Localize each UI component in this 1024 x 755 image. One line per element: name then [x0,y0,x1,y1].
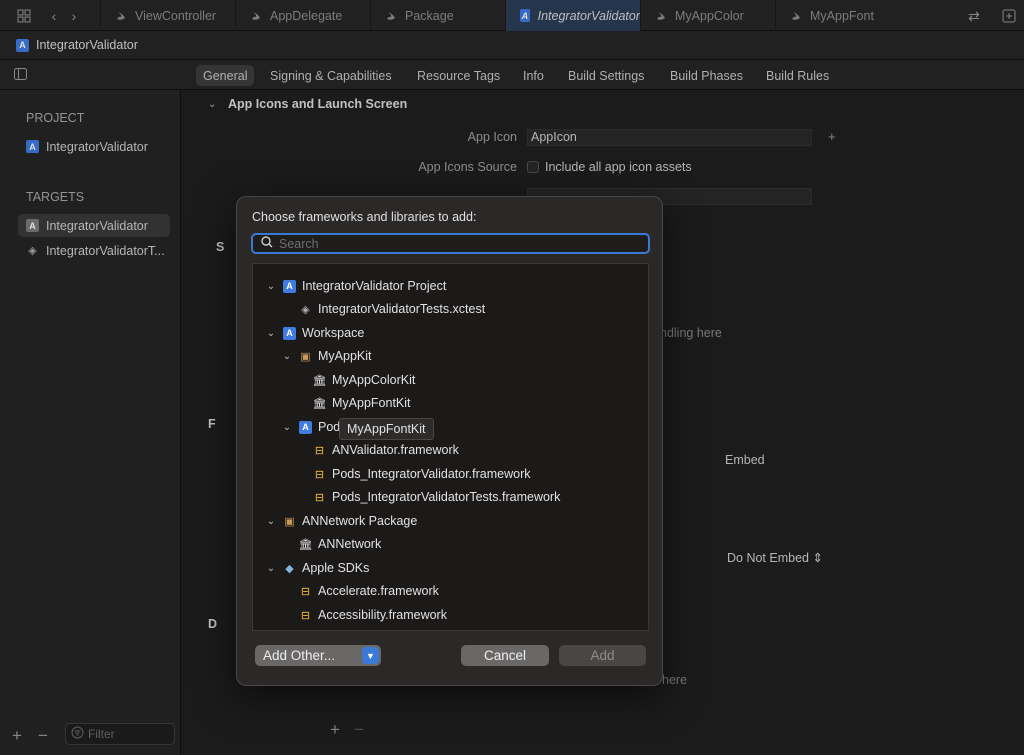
tree-item[interactable]: ⌄ ▣ ANNetwork Package [265,511,418,531]
tree-item[interactable]: ⌄ A IntegratorValidator Project [265,276,447,296]
tree-item[interactable]: ⌄ A Pods [281,417,347,437]
framework-icon: ⊟ [314,468,325,481]
project-icon: A [299,420,312,434]
tree-item-label: ANNetwork [318,537,382,551]
tree-item[interactable]: ⊟ Accelerate.framework [299,581,439,601]
tree-item-label: ANValidator.framework [332,443,459,457]
add-framework-dialog: Choose frameworks and libraries to add: … [236,196,663,686]
tree-item-label: Accelerate.framework [318,584,439,598]
framework-icon: ⊟ [300,609,311,622]
tree-item-label: Pods_IntegratorValidatorTests.framework [332,490,561,504]
chevron-down-icon[interactable]: ▼ [362,647,379,664]
add-other-label: Add Other... [263,648,336,663]
project-icon: A [283,279,296,293]
test-bundle-icon: ◈ [301,303,310,316]
search-field[interactable] [251,233,650,254]
dialog-title: Choose frameworks and libraries to add: [252,210,477,224]
workspace-icon: A [283,326,296,340]
add-button[interactable]: Add [559,645,646,666]
tree-item-label: IntegratorValidator Project [302,279,447,293]
package-icon: ▣ [300,350,311,363]
chevron-down-icon[interactable]: ⌄ [265,516,277,527]
tree-item-label: MyAppColorKit [332,373,416,387]
tree-item-label: Accessibility.framework [318,608,447,622]
library-icon: 🏛 [312,374,327,387]
tree-item[interactable]: ⊟ ANValidator.framework [313,440,459,460]
framework-tree: ⌄ A IntegratorValidator Project ◈ Integr… [252,263,649,631]
library-icon: 🏛 [298,538,313,551]
chevron-down-icon[interactable]: ⌄ [265,563,277,574]
tree-item-label: Pods_IntegratorValidator.framework [332,467,531,481]
tree-item[interactable]: ⊟ Pods_IntegratorValidator.framework [313,464,531,484]
tree-item[interactable]: ◈ IntegratorValidatorTests.xctest [299,299,485,319]
tooltip: MyAppFontKit [339,418,434,440]
tree-item[interactable]: 🏛 MyAppColorKit [312,370,416,390]
tree-item[interactable]: 🏛 MyAppFontKit [313,393,411,413]
chevron-down-icon[interactable]: ⌄ [281,351,293,362]
chevron-down-icon[interactable]: ⌄ [265,328,277,339]
search-input[interactable] [279,236,619,251]
add-other-button[interactable]: Add Other... ▼ [255,645,381,666]
tree-item[interactable]: ⌄ ◆ Apple SDKs [265,558,370,578]
tree-item[interactable]: 🏛 ANNetwork [298,534,382,554]
tree-item-label: IntegratorValidatorTests.xctest [318,302,486,316]
tree-item[interactable]: ⊟ Pods_IntegratorValidatorTests.framewor… [313,487,560,507]
chevron-down-icon[interactable]: ⌄ [265,281,277,292]
package-icon: ▣ [284,515,295,528]
library-icon: 🏛 [312,397,327,410]
tree-item[interactable]: ⌄ A Workspace [265,323,365,343]
tree-item-label: ANNetwork Package [302,514,418,528]
chevron-down-icon[interactable]: ⌄ [281,422,293,433]
framework-icon: ⊟ [314,444,325,457]
search-icon [261,236,273,251]
sdk-stack-icon: ◆ [285,562,294,575]
tree-item-label: MyAppKit [318,349,372,363]
tree-item-label: MyAppFontKit [332,396,411,410]
tree-item-label: Apple SDKs [302,561,370,575]
cancel-button[interactable]: Cancel [461,645,549,666]
tree-item-label: Workspace [302,326,365,340]
tree-item[interactable]: ⊟ Accessibility.framework [299,605,447,625]
framework-icon: ⊟ [314,491,325,504]
framework-icon: ⊟ [300,585,311,598]
tree-item[interactable]: ⌄ ▣ MyAppKit [281,346,372,366]
